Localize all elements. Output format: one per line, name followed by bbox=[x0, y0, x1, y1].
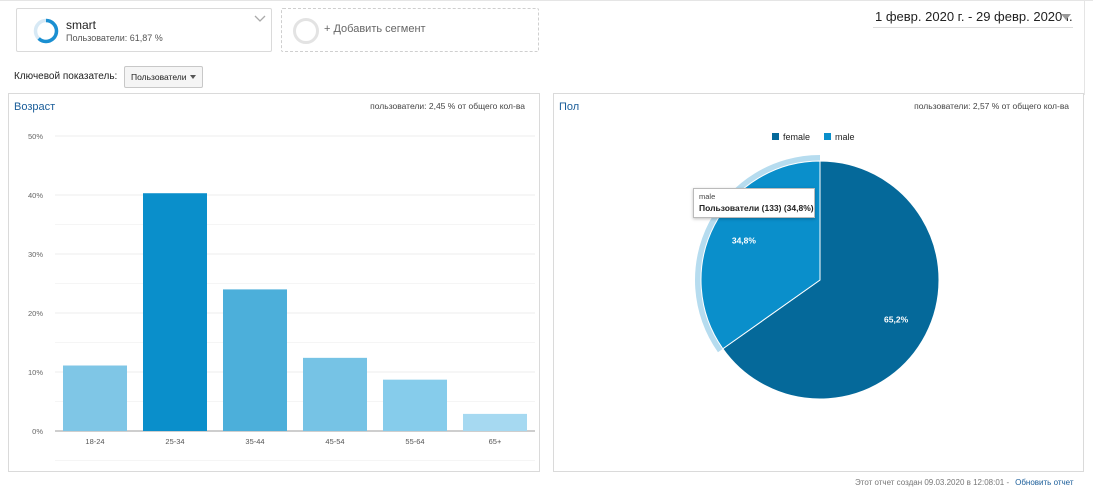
tooltip-value: Пользователи (133) (34,8%) bbox=[699, 203, 814, 213]
bar-25-34[interactable] bbox=[143, 193, 207, 431]
y-tick-label: 20% bbox=[28, 309, 43, 318]
legend-label-female[interactable]: female bbox=[783, 132, 810, 142]
segment-subtitle: Пользователи: 61,87 % bbox=[66, 33, 163, 43]
bar-35-44[interactable] bbox=[223, 289, 287, 431]
gender-panel: Пол пользователи: 2,57 % от общего кол-в… bbox=[553, 93, 1084, 472]
segment-ring-icon bbox=[33, 18, 59, 44]
right-divider bbox=[1084, 0, 1085, 95]
top-divider bbox=[0, 0, 1093, 1]
y-tick-label: 50% bbox=[28, 132, 43, 141]
x-tick-label: 18-24 bbox=[85, 437, 104, 446]
footer-text: Этот отчет создан 09.03.2020 в 12:08:01 … bbox=[855, 478, 1010, 487]
legend-label-male[interactable]: male bbox=[835, 132, 855, 142]
caret-down-icon bbox=[1061, 14, 1071, 20]
gender-pie-chart: female male 65,2% 34,8% bbox=[695, 132, 940, 400]
chevron-down-icon[interactable] bbox=[254, 14, 266, 24]
caret-down-icon bbox=[190, 75, 196, 79]
add-segment-ring-icon bbox=[293, 18, 319, 44]
date-range-picker[interactable]: 1 февр. 2020 г. - 29 февр. 2020 г. bbox=[873, 9, 1073, 28]
metric-select[interactable]: Пользователи bbox=[124, 66, 203, 88]
y-tick-label: 40% bbox=[28, 191, 43, 200]
add-segment-label: + Добавить сегмент bbox=[324, 23, 426, 35]
legend-swatch-male[interactable] bbox=[824, 133, 831, 140]
legend-swatch-female[interactable] bbox=[772, 133, 779, 140]
metric-selected-value: Пользователи bbox=[131, 72, 187, 82]
segment-card[interactable]: smart Пользователи: 61,87 % bbox=[16, 8, 272, 52]
pie-label-male: 34,8% bbox=[732, 236, 757, 246]
add-segment-button[interactable]: + Добавить сегмент bbox=[281, 8, 539, 52]
tooltip-title: male bbox=[699, 192, 716, 201]
bar-55-64[interactable] bbox=[383, 379, 447, 431]
x-tick-label: 55-64 bbox=[405, 437, 424, 446]
chart-tooltip: male Пользователи (133) (34,8%) bbox=[693, 188, 815, 218]
metric-label: Ключевой показатель: bbox=[14, 71, 118, 82]
bar-65+[interactable] bbox=[463, 413, 527, 431]
x-tick-label: 35-44 bbox=[245, 437, 264, 446]
x-tick-label: 45-54 bbox=[325, 437, 344, 446]
x-tick-label: 65+ bbox=[489, 437, 502, 446]
age-panel: Возраст пользователи: 2,45 % от общего к… bbox=[8, 93, 540, 472]
bar-45-54[interactable] bbox=[303, 357, 367, 431]
date-range-label: 1 февр. 2020 г. - 29 февр. 2020 г. bbox=[875, 9, 1073, 24]
bar-18-24[interactable] bbox=[63, 365, 127, 431]
segment-name: smart bbox=[66, 18, 96, 32]
y-tick-label: 30% bbox=[28, 250, 43, 259]
y-tick-label: 0% bbox=[32, 427, 43, 436]
report-footer: Этот отчет создан 09.03.2020 в 12:08:01 … bbox=[855, 478, 1074, 487]
refresh-report-link[interactable]: Обновить отчет bbox=[1015, 478, 1073, 487]
y-tick-label: 10% bbox=[28, 368, 43, 377]
x-tick-label: 25-34 bbox=[165, 437, 184, 446]
age-bar-chart: 0% 10% 20% 30% 40% 50% 18-24 25-34 35-44 45-54 55-… bbox=[28, 132, 535, 461]
pie-label-female: 65,2% bbox=[884, 314, 909, 324]
